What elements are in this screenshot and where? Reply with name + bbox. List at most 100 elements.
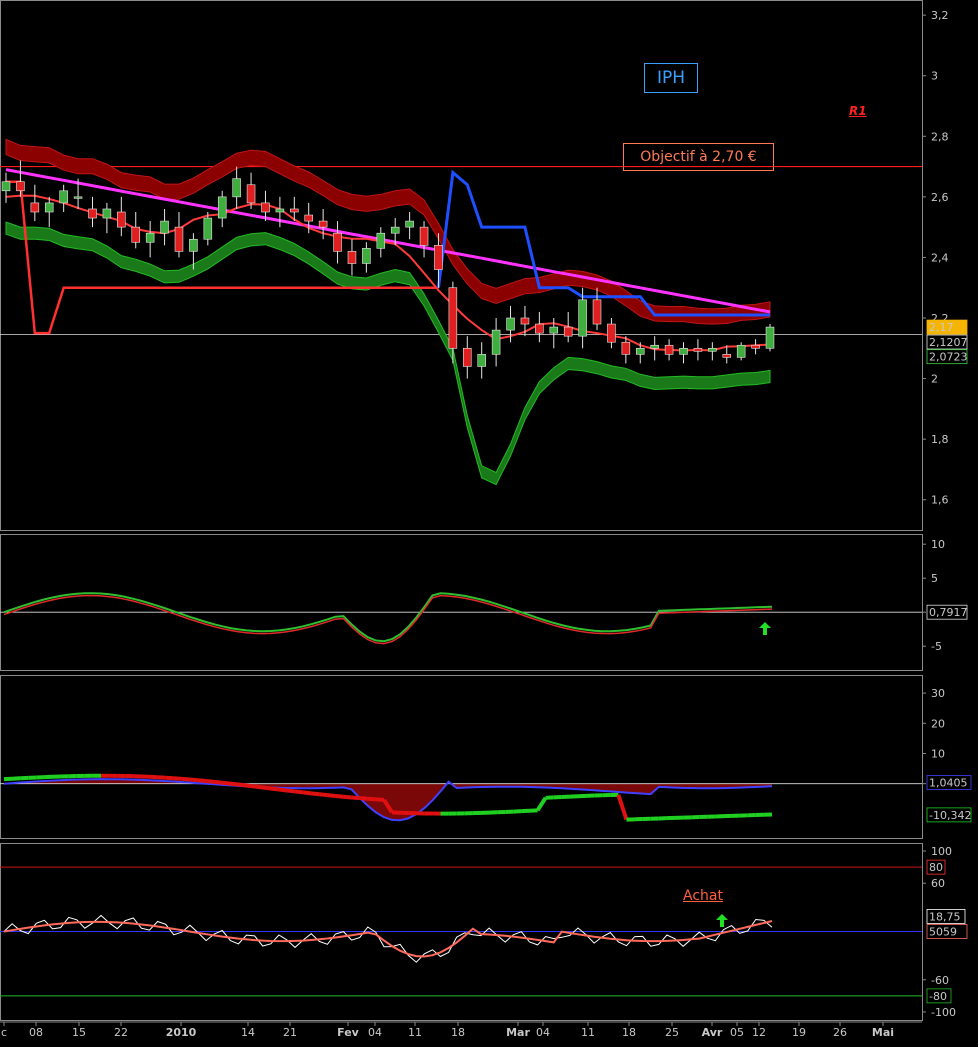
candle-body <box>563 326 573 337</box>
candle-body <box>390 226 400 234</box>
candle-body <box>535 323 544 334</box>
osc2-trend-segment <box>189 777 199 783</box>
y-tick-label: 10 <box>931 747 945 760</box>
candle-body <box>405 220 414 228</box>
candle-body <box>419 226 429 246</box>
candle-body <box>290 208 299 213</box>
y-tick-label: 1,6 <box>931 494 949 507</box>
x-tick-label: Avr <box>702 1026 723 1039</box>
osc2-trend-segment <box>310 791 320 797</box>
candle-body <box>607 323 616 343</box>
candle-body <box>160 220 169 234</box>
candle-body <box>304 214 313 222</box>
candle-body <box>679 347 688 355</box>
y-tick-label: 10 <box>931 538 945 551</box>
candle-body <box>88 208 97 219</box>
candle-body <box>102 208 112 219</box>
candle-body <box>362 248 371 264</box>
osc1-main-line <box>3 594 773 645</box>
x-tick-label: 2010 <box>166 1026 197 1039</box>
candle-body <box>448 287 458 349</box>
candle-body <box>318 220 328 228</box>
candle-body <box>217 196 227 219</box>
osc2-last-value-1: 1,0405 <box>929 776 968 789</box>
osc2-trend-segment <box>230 781 239 787</box>
osc2-trend-segment <box>302 790 312 796</box>
y-tick-label: 3 <box>931 70 938 83</box>
buy-signal-label: Achat <box>683 888 723 904</box>
candle-body <box>463 347 472 367</box>
price-tag-lower: 2,0723 <box>929 351 968 364</box>
osc2-trend-segment <box>270 786 280 792</box>
y-tick-label: 60 <box>931 877 945 890</box>
x-tick-label: 19 <box>792 1026 806 1039</box>
x-tick-label: 18 <box>622 1026 636 1039</box>
candle-body <box>592 299 602 325</box>
x-tick-label: 25 <box>665 1026 679 1039</box>
osc2-trend-segment <box>327 793 336 798</box>
osc2-trend-segment <box>278 787 288 793</box>
candle-body <box>549 326 559 334</box>
x-tick-label: Mar <box>506 1026 530 1039</box>
moving-average-line <box>5 168 771 314</box>
osc2-trend-segment <box>294 789 304 795</box>
x-tick-label: 22 <box>114 1026 128 1039</box>
osc2-trend-segment <box>319 792 328 798</box>
osc2-trend-segment <box>359 796 368 801</box>
candle-body <box>59 190 68 204</box>
x-tick-label: 15 <box>72 1026 86 1039</box>
x-tick-label: 08 <box>29 1026 43 1039</box>
lower-band <box>5 221 771 486</box>
osc2-trend-segment <box>375 797 385 802</box>
candle-body <box>232 178 241 198</box>
osc1-last-value: 0,7917 <box>929 606 968 619</box>
x-tick-label: 04 <box>368 1026 382 1039</box>
x-tick-label: 05 <box>730 1026 744 1039</box>
candle-body <box>765 326 775 349</box>
x-tick-label: c <box>1 1026 7 1039</box>
y-tick-label: 100 <box>931 845 952 858</box>
candle-body <box>477 354 486 367</box>
x-tick-label: 14 <box>241 1026 255 1039</box>
candle-body <box>434 245 443 270</box>
osc2-trend-segment <box>181 776 191 782</box>
candle-body <box>635 347 645 355</box>
ticker-label: IPH <box>644 63 698 93</box>
y-tick-label: 1,8 <box>931 433 949 446</box>
candle-body <box>693 347 703 352</box>
y-tick-label: 20 <box>931 717 945 730</box>
osc2-area <box>4 779 772 821</box>
osc3-tag-2: 18,75 <box>929 910 961 923</box>
x-tick-label: 04 <box>536 1026 550 1039</box>
candle-body <box>246 184 256 204</box>
candle-body <box>650 344 659 349</box>
candle-body <box>347 251 357 264</box>
candle-body <box>736 344 746 358</box>
candle-body <box>203 217 213 240</box>
y-tick-label: 2,6 <box>931 191 949 204</box>
candle-body <box>73 196 83 199</box>
osc2-trend-segment <box>222 780 231 786</box>
y-tick-label: 2,8 <box>931 130 949 143</box>
candle-body <box>275 208 285 213</box>
x-tick-label: 21 <box>283 1026 297 1039</box>
candle-body <box>578 299 587 337</box>
candle-body <box>189 238 198 252</box>
buy-arrow-icon-1 <box>759 622 771 635</box>
price-tag-last: 2,17 <box>929 321 954 334</box>
osc3-tag-3: 5059 <box>929 926 957 939</box>
osc2-trend-segment <box>286 788 296 794</box>
osc2-trend-segment <box>197 778 207 784</box>
candle-body <box>16 181 25 192</box>
candle-body <box>117 211 126 228</box>
candle-body <box>131 226 140 243</box>
osc2-trend-segment <box>262 785 272 791</box>
candle-body <box>520 317 530 325</box>
osc2-trend-segment <box>165 775 174 781</box>
osc2-trend-segment <box>616 794 629 821</box>
x-tick-label: 11 <box>581 1026 595 1039</box>
x-tick-label: 18 <box>451 1026 465 1039</box>
candle-body <box>44 202 54 213</box>
candle-body <box>145 232 155 243</box>
osc2-trend-segment <box>343 794 352 800</box>
